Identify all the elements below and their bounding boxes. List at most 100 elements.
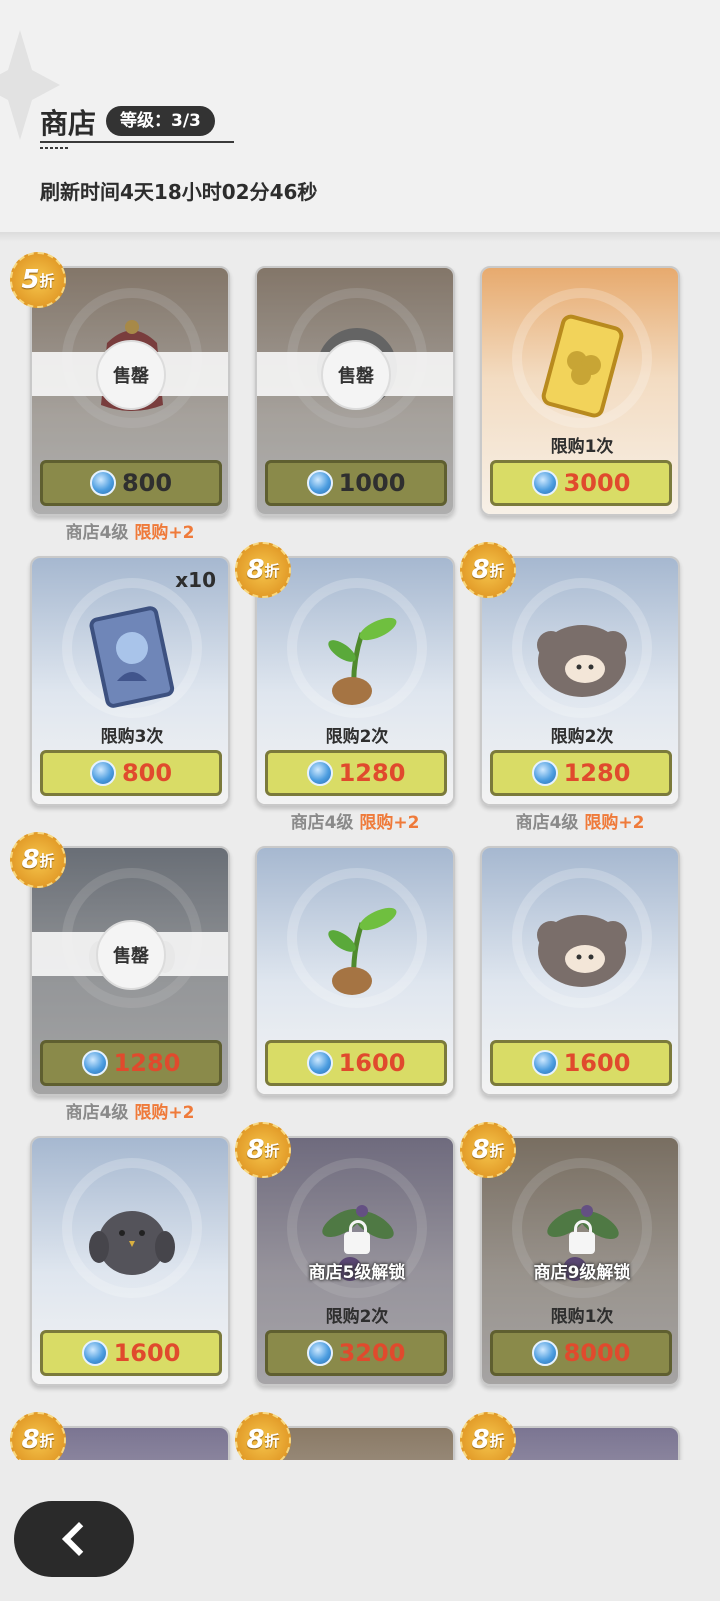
sold-out-label: 售罄 [96, 920, 166, 990]
discount-suffix: 折 [39, 271, 55, 290]
discount-badge: 8折 [460, 542, 516, 598]
shop-item-card[interactable]: 限购2次 1280 [480, 556, 680, 806]
shop-item-card[interactable]: x10 限购3次 800 [30, 556, 230, 806]
purchase-limit: 限购2次 [325, 1307, 389, 1327]
discount-badge: 8折 [235, 1412, 291, 1460]
buy-button[interactable]: 3200 [265, 1330, 447, 1376]
sprout-icon [328, 617, 397, 705]
buy-button[interactable]: 1600 [265, 1040, 447, 1086]
shop-item-card[interactable]: 限购2次 1280 [255, 556, 455, 806]
discount-value: 8 [471, 555, 490, 585]
gem-currency-icon [531, 760, 558, 786]
back-button[interactable] [14, 1501, 134, 1577]
shop-level-badge: 等级：3/3 [106, 106, 215, 136]
discount-value: 8 [21, 1425, 40, 1455]
shop-item-card[interactable]: 1600 [480, 846, 680, 1096]
shop-item-card[interactable]: 售罄 1000 [255, 266, 455, 516]
buy-button[interactable]: 3000 [490, 460, 672, 506]
shop-item-card[interactable]: 售罄 1280 [30, 846, 230, 1096]
shop-grid: 售罄 800 5 折商店4级 限购+2 售罄 1000 限购1次 3000 x10 限购3次 800… [0, 240, 720, 1460]
lock-icon [569, 1220, 595, 1254]
purchase-limit: 限购3次 [100, 727, 164, 747]
shop-level-text: 商店4级 [515, 813, 579, 833]
unlock-requirement: 商店9级解锁 [533, 1263, 631, 1283]
buy-button[interactable]: 800 [40, 750, 222, 796]
discount-suffix: 折 [264, 1431, 280, 1450]
gem-currency-icon [81, 1050, 108, 1076]
gem-currency-icon [531, 1050, 558, 1076]
buy-button[interactable]: 1600 [490, 1040, 672, 1086]
buy-button[interactable]: 1280 [490, 750, 672, 796]
unlock-requirement: 商店5级解锁 [308, 1263, 406, 1283]
sold-out-label: 售罄 [96, 340, 166, 410]
buy-button[interactable]: 1280 [265, 750, 447, 796]
buy-button[interactable]: 1000 [265, 460, 447, 506]
shop-level-bonus-note: 商店4级 限购+2 [255, 808, 455, 833]
discount-suffix: 折 [489, 1141, 505, 1160]
sheep-icon [537, 915, 627, 987]
item-price: 1280 [563, 759, 631, 787]
discount-value: 8 [246, 1425, 265, 1455]
shop-item-card[interactable]: 1600 [30, 1136, 230, 1386]
discount-value: 8 [246, 555, 265, 585]
buy-button[interactable]: 800 [40, 460, 222, 506]
sprout-icon [328, 907, 397, 995]
limit-bonus-text: 限购+2 [134, 523, 195, 543]
buy-button[interactable]: 1600 [40, 1330, 222, 1376]
discount-suffix: 折 [264, 561, 280, 580]
discount-value: 8 [246, 1135, 265, 1165]
shop-level-text: 商店4级 [65, 1103, 129, 1123]
limit-bonus-text: 限购+2 [134, 1103, 195, 1123]
discount-value: 8 [21, 845, 40, 875]
gem-currency-icon [89, 470, 116, 496]
gem-currency-icon [531, 1340, 558, 1366]
shop-item-card[interactable]: 1600 [255, 846, 455, 1096]
discount-suffix: 折 [39, 851, 55, 870]
shop-item-card[interactable]: 商店5级解锁 限购2次 3200 [255, 1136, 455, 1386]
item-price: 1600 [338, 1049, 406, 1077]
shop-level-bonus-note: 商店4级 限购+2 [30, 518, 230, 543]
discount-badge: 8折 [10, 832, 66, 888]
item-price: 1600 [113, 1339, 181, 1367]
bird-icon [89, 1211, 175, 1275]
item-price: 800 [121, 759, 173, 787]
sheep-icon [537, 625, 627, 697]
discount-suffix: 折 [39, 1431, 55, 1450]
item-price: 1600 [563, 1049, 631, 1077]
discount-value: 5 [21, 265, 40, 295]
shop-header: 商店 等级：3/3 刷新时间4天18小时02分46秒 [0, 0, 720, 236]
item-price: 1280 [113, 1049, 181, 1077]
title-underline [40, 141, 234, 143]
purchase-limit: 限购2次 [325, 727, 389, 747]
purchase-limit: 限购1次 [550, 437, 614, 457]
buy-button[interactable]: 1280 [40, 1040, 222, 1086]
discount-badge: 8折 [10, 1412, 66, 1460]
discount-suffix: 折 [489, 1431, 505, 1450]
sold-out-label: 售罄 [321, 340, 391, 410]
discount-badge: 8折 [460, 1122, 516, 1178]
purchase-limit: 限购2次 [550, 727, 614, 747]
item-price: 1000 [338, 469, 406, 497]
lock-overlay: 商店5级解锁 [257, 1218, 453, 1283]
clover-card-icon [541, 314, 624, 418]
gem-currency-icon [306, 1050, 333, 1076]
item-price: 8000 [563, 1339, 631, 1367]
refresh-timer: 刷新时间4天18小时02分46秒 [40, 180, 318, 204]
item-quantity: x10 [175, 568, 216, 592]
character-card-icon [89, 606, 175, 708]
buy-button[interactable]: 8000 [490, 1330, 672, 1376]
chevron-left-icon [62, 1522, 96, 1556]
discount-badge: 5折 [10, 252, 66, 308]
shop-level-bonus-note: 商店4级 限购+2 [480, 808, 680, 833]
shop-item-card[interactable]: 商店9级解锁 限购1次 8000 [480, 1136, 680, 1386]
shop-item-card[interactable]: 限购1次 3000 [480, 266, 680, 516]
gem-currency-icon [306, 1340, 333, 1366]
discount-value: 8 [471, 1425, 490, 1455]
shop-level-bonus-note: 商店4级 限购+2 [30, 1098, 230, 1123]
discount-suffix: 折 [264, 1141, 280, 1160]
lock-overlay: 商店9级解锁 [482, 1218, 678, 1283]
shop-item-card[interactable]: 售罄 800 [30, 266, 230, 516]
item-price: 800 [121, 469, 173, 497]
lock-icon [344, 1220, 370, 1254]
discount-value: 8 [471, 1135, 490, 1165]
